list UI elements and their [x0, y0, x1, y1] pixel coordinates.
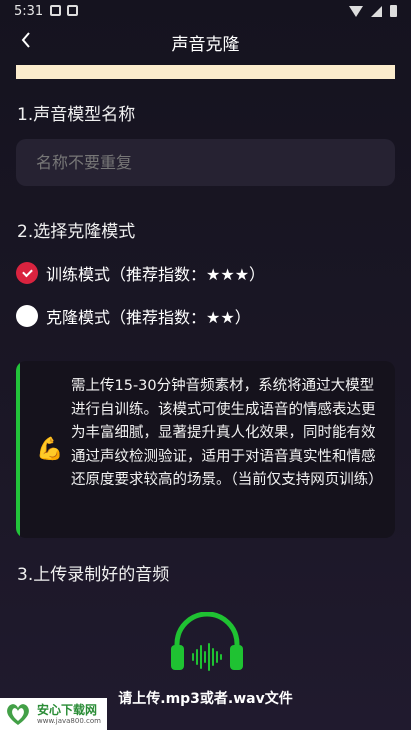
accent-bar	[16, 361, 20, 538]
mode-description-card: 💪 需上传15-30分钟音频素材，系统将通过大模型进行自训练。该模式可使生成语音…	[16, 361, 395, 538]
system-icons	[349, 5, 397, 17]
mode-option-label: 训练模式（推荐指数：★★★）	[46, 265, 266, 284]
radio-checked-icon[interactable]	[16, 262, 38, 284]
mode-option-label: 克隆模式（推荐指数：★★）	[46, 308, 251, 327]
watermark-logo-icon	[7, 704, 29, 725]
model-name-input[interactable]	[34, 152, 377, 173]
status-bar: 5:31	[0, 0, 411, 24]
radio-unchecked-icon[interactable]	[16, 305, 38, 327]
headphones-icon[interactable]	[169, 612, 245, 672]
model-name-field[interactable]	[16, 139, 395, 186]
gallery-icon	[67, 5, 78, 16]
watermark-url: www.java800.com	[37, 716, 101, 725]
mode-option-training[interactable]: 训练模式（推荐指数：★★★）	[16, 261, 265, 285]
section-upload-title: 3.上传录制好的音频	[17, 565, 170, 585]
status-time: 5:31	[14, 4, 44, 19]
notification-icon	[50, 5, 61, 16]
notification-icons	[50, 5, 78, 16]
watermark-name: 安心下载网	[37, 702, 98, 717]
page-title: 声音克隆	[171, 35, 240, 55]
nav-bar: 声音克隆	[0, 24, 411, 58]
flexed-biceps-icon: 💪	[36, 437, 64, 462]
section-mode-title: 2.选择克隆模式	[17, 222, 136, 242]
signal-icon	[371, 5, 382, 17]
battery-icon	[390, 5, 397, 17]
watermark: 安心下载网 www.java800.com	[0, 698, 107, 730]
section-model-name-title: 1.声音模型名称	[17, 105, 136, 125]
mode-option-clone[interactable]: 克隆模式（推荐指数：★★）	[16, 304, 251, 328]
mode-description-text: 需上传15-30分钟音频素材，系统将通过大模型进行自训练。该模式可使生成语音的情…	[71, 378, 383, 488]
top-banner	[16, 65, 395, 79]
wifi-icon	[349, 5, 363, 17]
